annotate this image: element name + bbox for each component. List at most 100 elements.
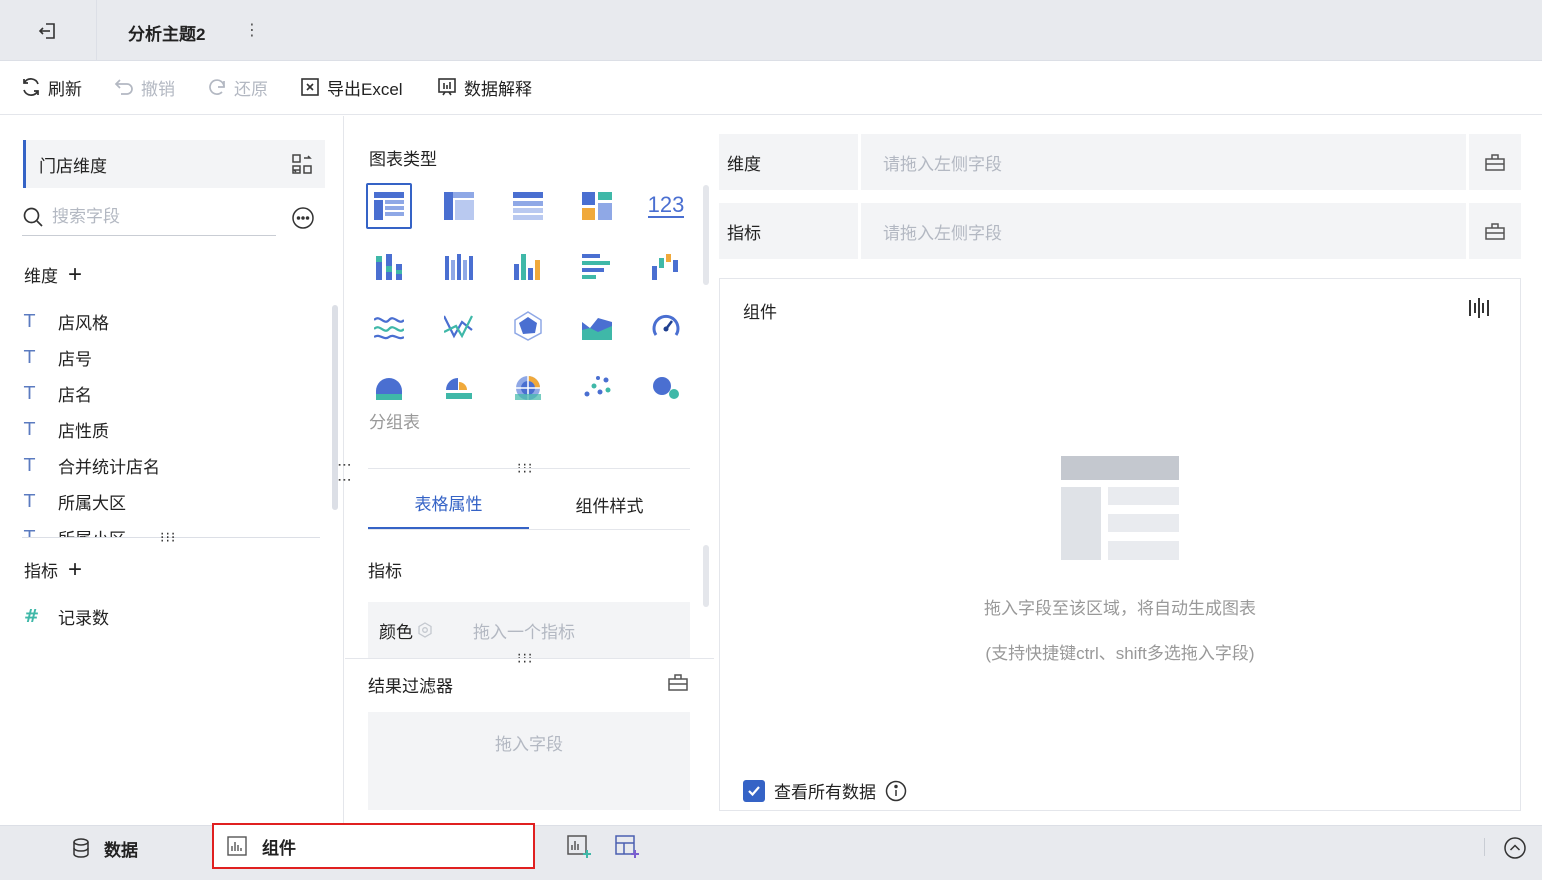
dimension-field-item[interactable]: T所属小区 [24,524,126,539]
clear-bin-icon [1485,223,1505,240]
metric-field-item[interactable]: # 记录数 [24,603,109,629]
dimension-section-label: 维度 [24,267,58,286]
switch-table-icon[interactable] [290,152,314,176]
checkbox-checked-icon[interactable] [743,779,765,802]
dimension-drop-zone[interactable]: 请拖入左侧字段 [861,134,1469,190]
chart-sunburst-icon[interactable] [505,363,551,409]
info-icon[interactable] [885,780,907,802]
text-type-icon: T [24,454,35,476]
dimension-list: T 店风格 T 店号 T 店名 T 店性质 T 合并统计店名 T 所属大区 T所属小区 [0,300,330,539]
chart-pie-icon[interactable] [366,363,412,409]
filter-drop-placeholder: 拖入字段 [495,735,563,754]
undo-button[interactable]: 撤销 [113,74,175,100]
redo-button[interactable]: 还原 [206,74,268,100]
dimension-drop-row: 维度 请拖入左侧字段 [719,134,1521,190]
text-type-icon: T [24,418,35,440]
section-resize-handle[interactable]: ⁝⁝⁝ [160,530,176,544]
chart-kpi-card-icon[interactable] [574,183,620,229]
tab-component-style[interactable]: 组件样式 [529,478,690,530]
dimension-clear-button[interactable] [1469,134,1521,190]
field-label: 店性质 [58,421,109,441]
text-type-icon: T [24,310,35,332]
dimension-field-item[interactable]: T 店性质 [24,416,109,442]
chart-waterfall-icon[interactable] [643,243,689,289]
exit-button[interactable] [0,0,97,61]
table-name: 门店维度 [39,156,107,176]
properties-scrollbar[interactable] [703,545,709,607]
chart-bubble-icon[interactable] [643,363,689,409]
dimension-section-header: 维度 + [24,262,82,287]
clear-bin-icon[interactable] [667,671,689,693]
metric-drop-label: 指标 [719,203,861,259]
field-label: 所属小区 [58,525,126,539]
chevron-up-icon[interactable] [1503,836,1527,860]
dimension-field-item[interactable]: T 店号 [24,344,92,370]
number-text-glyph: 123 [647,192,685,218]
data-explain-icon [438,78,456,96]
chart-radar-icon[interactable] [505,303,551,349]
field-search [22,199,276,236]
chart-cross-table-icon[interactable] [436,183,482,229]
metric-clear-button[interactable] [1469,203,1521,259]
more-options-icon[interactable] [291,206,315,230]
add-dashboard-icon[interactable] [614,834,640,860]
text-type-icon: T [24,382,35,404]
bottom-tab-component[interactable]: 组件 [212,823,535,869]
chart-line-icon[interactable] [366,303,412,349]
component-chart-icon [227,836,247,856]
settings-gear-icon[interactable] [417,622,433,638]
chart-detail-table-icon[interactable] [505,183,551,229]
data-explain-button[interactable]: 数据解释 [436,74,532,100]
tab-table-properties[interactable]: 表格属性 [368,478,529,530]
bottom-tab-data-label: 数据 [104,840,138,860]
export-excel-button[interactable]: 导出Excel [299,74,403,100]
add-metric-icon[interactable]: + [68,557,82,582]
chart-settings-icon[interactable] [1467,296,1491,320]
top-bar [0,0,1542,61]
metric-section-title: 指标 [368,562,402,581]
view-all-data-checkbox[interactable]: 查看所有数据 [743,778,907,803]
chart-grouped-table-icon[interactable] [366,183,412,229]
dimension-field-item[interactable]: T 店风格 [24,308,109,334]
refresh-button[interactable]: 刷新 [20,74,82,100]
table-selector[interactable]: 门店维度 [23,140,325,188]
search-icon [23,207,43,227]
dimension-field-item[interactable]: T 店名 [24,380,92,406]
bottom-tab-data[interactable]: 数据 [70,834,138,862]
chart-combo-line-icon[interactable] [436,303,482,349]
chart-rose-icon[interactable] [436,363,482,409]
dimension-field-item[interactable]: T 所属大区 [24,488,126,514]
chart-list-scrollbar[interactable] [703,185,709,285]
search-input[interactable] [52,207,252,227]
refresh-label: 刷新 [48,79,82,99]
bottom-tab-component-label: 组件 [262,838,296,858]
chart-multi-bar-icon[interactable] [436,243,482,289]
view-all-data-label: 查看所有数据 [774,783,876,802]
chart-gauge-icon[interactable] [643,303,689,349]
field-label: 合并统计店名 [58,457,160,477]
chart-number-text-icon[interactable]: 123 [643,183,689,229]
add-component-icon[interactable] [566,834,592,860]
chart-area-icon[interactable] [574,303,620,349]
metric-section-header: 指标 + [24,557,82,582]
component-title[interactable]: 组件 [743,298,777,323]
tab-more-icon[interactable]: ⋮ [244,16,260,44]
text-type-icon: T [24,346,35,368]
redo-icon [209,79,225,95]
exit-icon [38,22,55,39]
dimension-field-item[interactable]: T 合并统计店名 [24,452,160,478]
text-type-icon: T [24,490,35,512]
metric-drop-zone[interactable]: 请拖入左侧字段 [861,203,1469,259]
filter-divider [345,658,714,659]
chart-horizontal-bar-icon[interactable] [574,243,620,289]
field-label: 所属大区 [58,493,126,513]
chart-stacked-bar-icon[interactable] [366,243,412,289]
result-filter-drop-zone[interactable]: 拖入字段 [368,712,690,810]
chart-scatter-icon[interactable] [574,363,620,409]
number-type-icon: # [24,605,40,627]
add-dimension-icon[interactable]: + [68,262,82,287]
tab-divider [368,468,690,469]
chart-column-icon[interactable] [505,243,551,289]
analysis-tab-title[interactable]: 分析主题2 [128,20,205,45]
selected-chart-name: 分组表 [369,413,420,432]
